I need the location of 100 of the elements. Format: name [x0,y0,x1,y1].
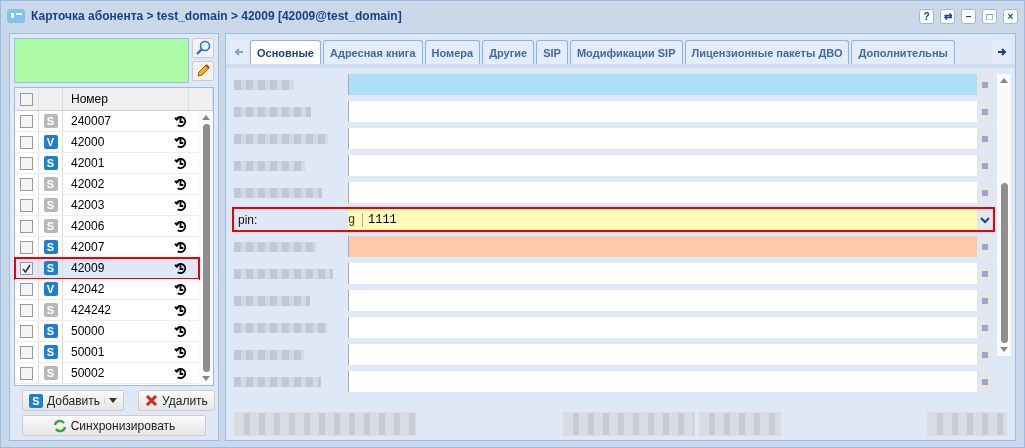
edit-button[interactable] [192,61,214,81]
table-row[interactable]: S 42003 [15,195,199,216]
window-control-button[interactable]: × [1003,8,1018,24]
row-checkbox[interactable] [20,345,33,359]
blurred-field[interactable] [348,263,977,284]
field-trigger-icon[interactable] [977,128,993,149]
number-cell-text: 42000 [70,135,106,149]
select-all-checkbox[interactable] [20,92,33,106]
row-checkbox[interactable] [20,135,33,149]
history-icon[interactable] [174,345,187,359]
history-icon[interactable] [174,282,187,296]
scroll-down-icon[interactable] [202,376,210,381]
row-checkbox[interactable] [20,156,33,170]
tab[interactable]: Номера [424,40,481,64]
table-row[interactable]: S 42001 [15,153,199,174]
window-title: Карточка абонента > test_domain > 42009 [42009@test_domain] [31,9,403,23]
tab[interactable]: Основные [250,40,321,64]
search-button[interactable] [192,38,214,58]
history-icon[interactable] [174,198,187,212]
history-icon[interactable] [174,177,187,191]
tab[interactable]: Другие [482,40,535,64]
field-trigger-icon[interactable] [977,371,993,392]
blurred-field[interactable] [348,74,977,95]
row-checkbox[interactable] [20,240,33,254]
row-checkbox[interactable] [20,366,33,380]
history-icon[interactable] [174,156,187,170]
scrollbar[interactable] [199,111,213,385]
field-trigger-icon[interactable] [977,263,993,284]
field-trigger-icon[interactable] [977,182,993,203]
blurred-field[interactable] [348,128,977,149]
delete-button[interactable]: Удалить [138,390,215,411]
field-trigger-icon[interactable] [977,155,993,176]
caret-icon[interactable] [109,398,118,403]
field-trigger-icon[interactable] [977,101,993,122]
table-row[interactable]: S 42007 [15,237,199,258]
window-control-button[interactable]: ? [919,8,934,24]
scroll-up-icon[interactable] [202,115,210,120]
row-checkbox[interactable] [20,198,33,212]
scrollbar[interactable] [997,74,1011,356]
tab[interactable]: Дополнительны [851,40,955,64]
table-row[interactable]: S 42002 [15,174,199,195]
history-icon[interactable] [174,114,187,128]
window-control-button[interactable]: – [961,8,976,24]
row-checkbox[interactable] [20,282,33,296]
blurred-field[interactable] [348,344,977,365]
window-control-button[interactable]: □ [982,8,997,24]
sync-button[interactable]: Синхронизировать [22,415,206,436]
tab[interactable]: Лицензионные пакеты ДВО [684,40,850,64]
blurred-field[interactable] [348,317,977,338]
number-cell-text: 42001 [70,156,106,170]
blurred-field[interactable] [348,182,977,203]
table-row[interactable]: S 424242 [15,300,199,321]
blurred-field[interactable] [348,290,977,311]
scroll-left-icon[interactable] [230,40,248,64]
field-trigger-icon[interactable] [977,236,993,257]
history-icon[interactable] [174,261,187,275]
dropdown-icon[interactable] [977,209,993,230]
line-type-icon: S [43,324,58,338]
tab[interactable]: Модификации SIP [569,40,683,64]
scroll-down-icon[interactable] [1000,347,1008,352]
history-icon[interactable] [174,324,187,338]
add-button[interactable]: S Добавить [22,390,125,411]
line-type-icon: S [43,198,58,212]
line-type-icon: V [43,135,58,149]
table-row[interactable]: S 50002 [15,363,199,384]
table-row[interactable]: S 42009 [15,258,199,279]
number-cell-text: 42009 [70,261,106,275]
field-trigger-icon[interactable] [977,74,993,95]
line-type-icon: S [43,303,58,317]
scroll-right-icon[interactable] [993,40,1011,64]
row-checkbox[interactable] [20,177,33,191]
number-cell-text: 240007 [70,114,113,128]
scroll-up-icon[interactable] [1000,78,1008,83]
row-checkbox[interactable] [20,324,33,338]
history-icon[interactable] [174,219,187,233]
history-icon[interactable] [174,135,187,149]
table-row[interactable]: S 50001 [15,342,199,363]
field-trigger-icon[interactable] [977,344,993,365]
blurred-field[interactable] [348,371,977,392]
history-icon[interactable] [174,303,187,317]
row-checkbox[interactable] [20,261,33,275]
table-row[interactable]: V 42042 [15,279,199,300]
pin-field[interactable]: g 1111 [348,209,977,230]
row-checkbox[interactable] [20,219,33,233]
blurred-field[interactable] [348,101,977,122]
field-trigger-icon[interactable] [977,290,993,311]
blurred-field[interactable] [348,155,977,176]
tab[interactable]: SIP [536,40,568,64]
table-row[interactable]: V 42000 [15,132,199,153]
blurred-field[interactable] [348,236,977,257]
history-icon[interactable] [174,366,187,380]
field-trigger-icon[interactable] [977,317,993,338]
table-row[interactable]: S 42006 [15,216,199,237]
history-icon[interactable] [174,240,187,254]
row-checkbox[interactable] [20,303,33,317]
table-row[interactable]: S 50000 [15,321,199,342]
row-checkbox[interactable] [20,114,33,128]
tab[interactable]: Адресная книга [322,40,423,64]
table-row[interactable]: S 240007 [15,111,199,132]
window-control-button[interactable]: ⇄ [940,8,955,24]
